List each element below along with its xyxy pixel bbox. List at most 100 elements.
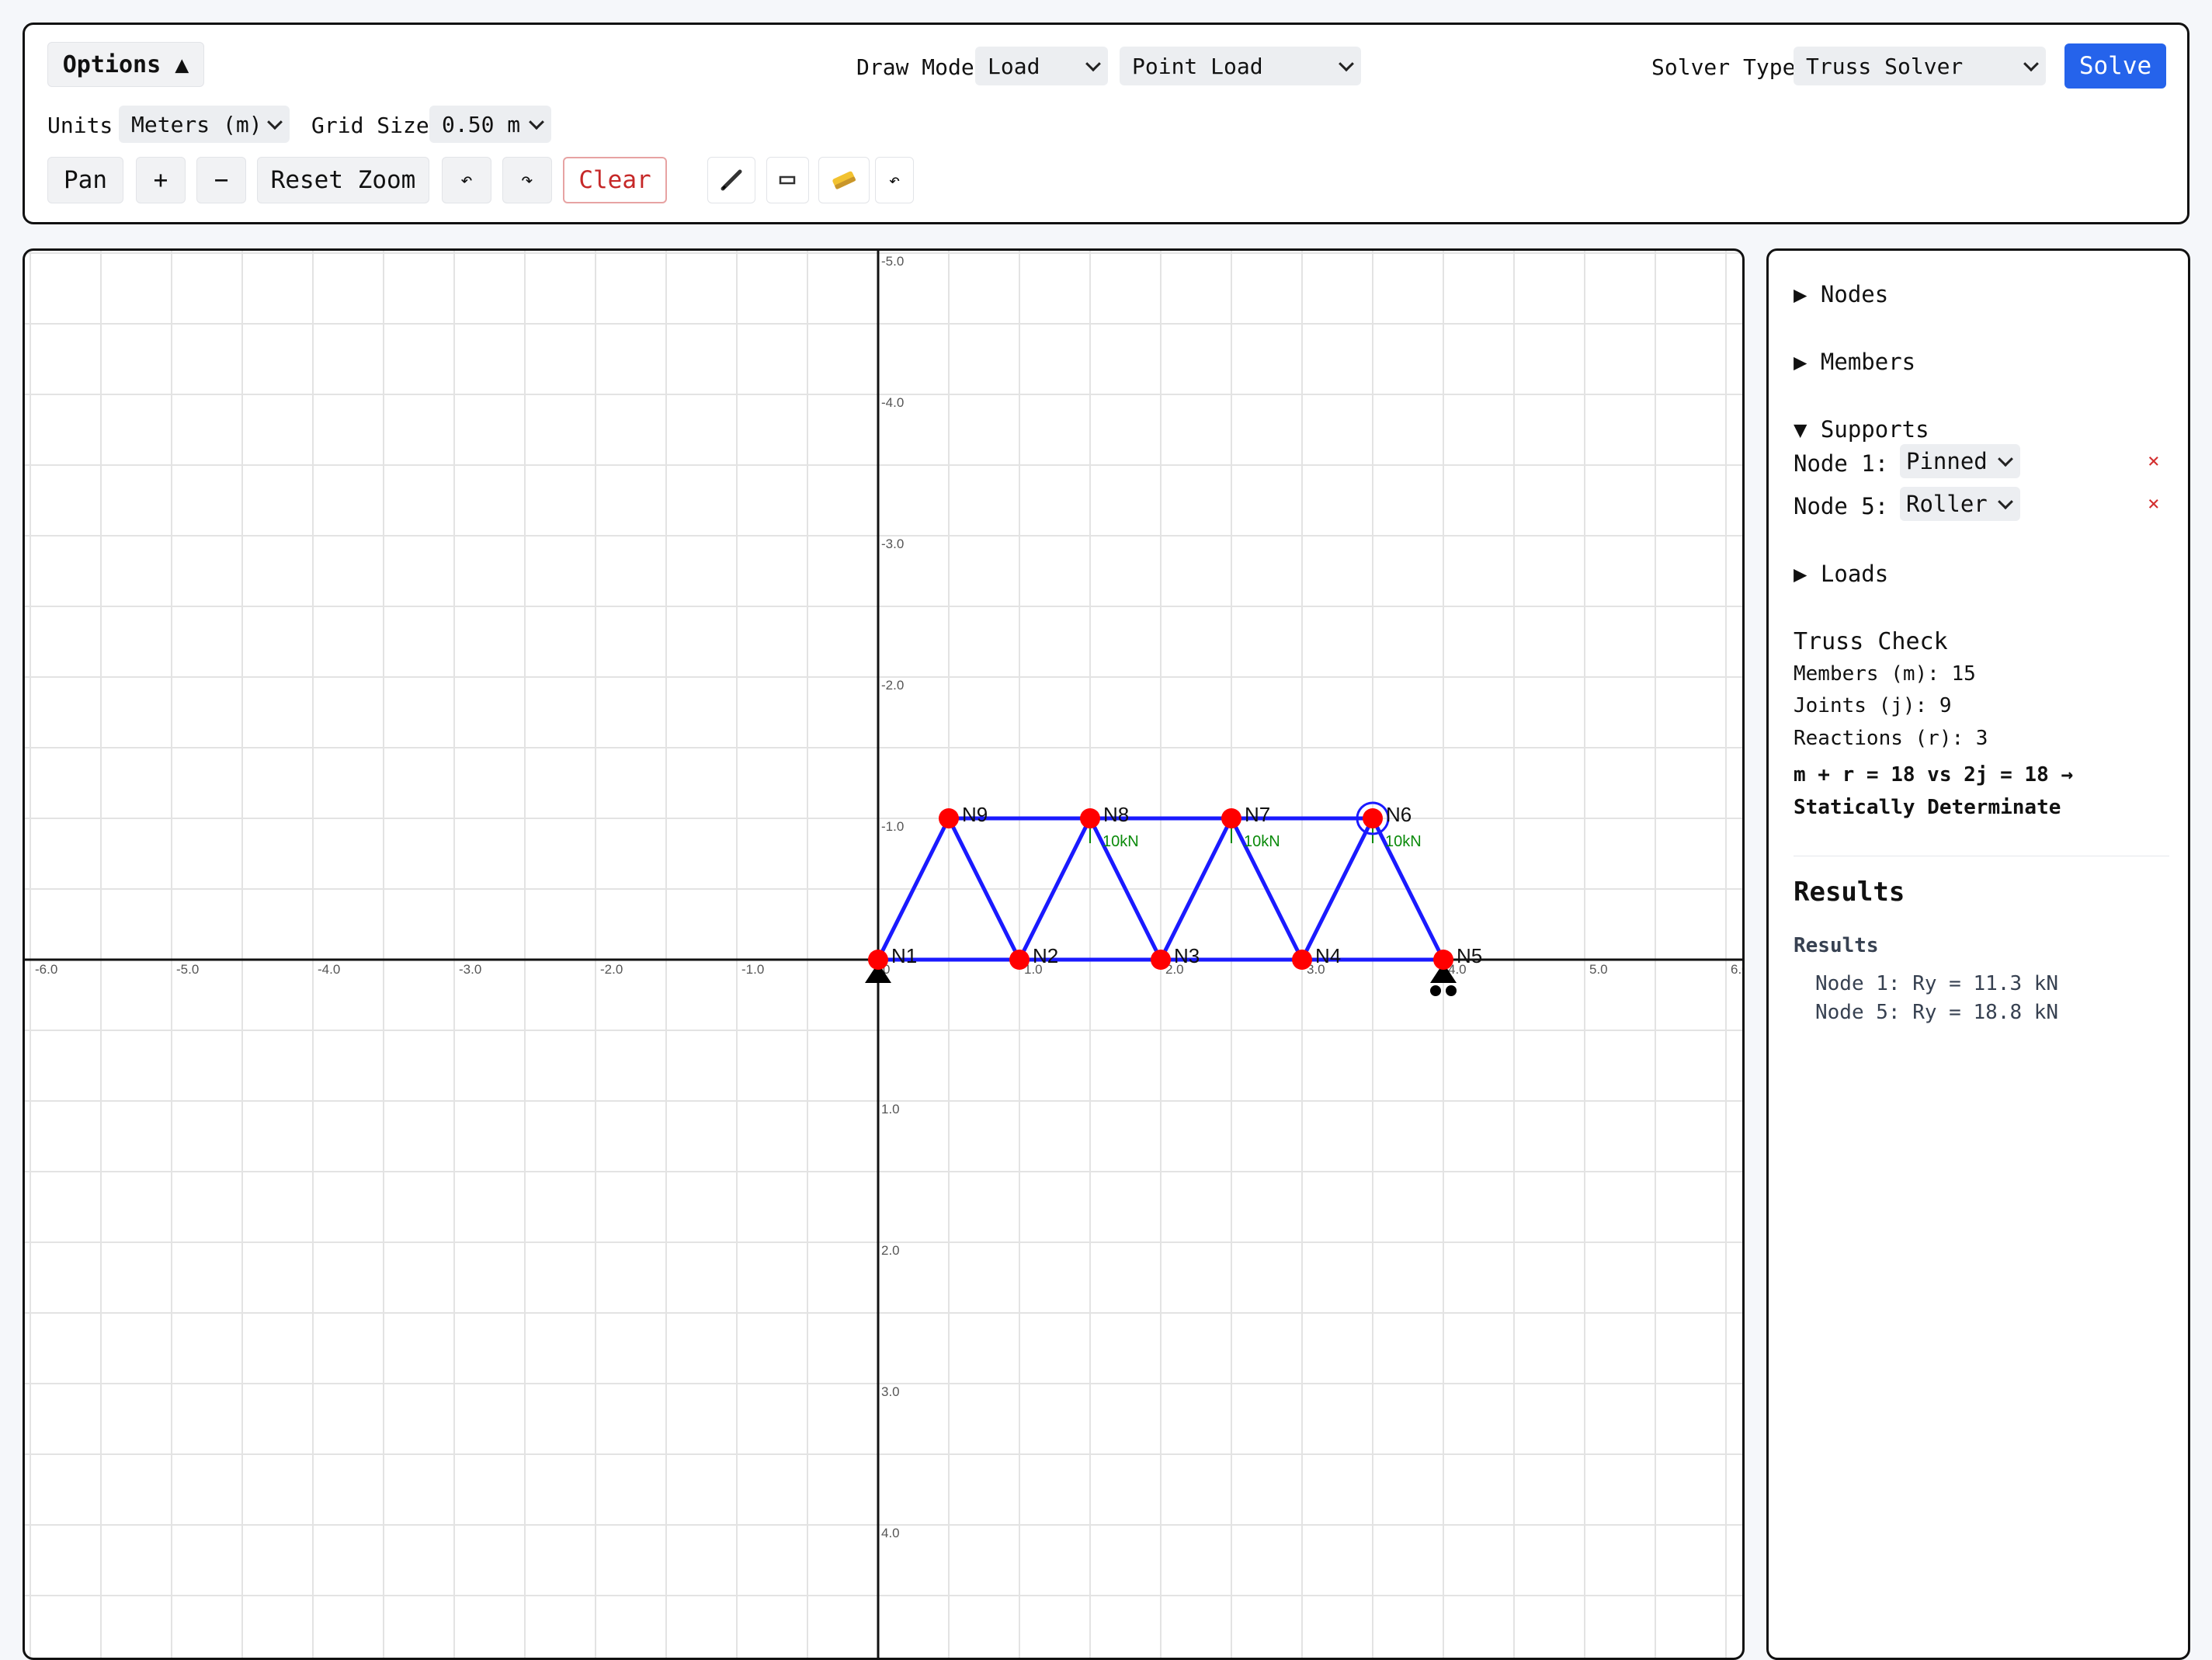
results-subtitle: Results [1794,934,1879,957]
y-tick-label: -5.0 [881,254,904,269]
load-label: 10kN [1103,833,1139,850]
y-tick-label: 3.0 [881,1384,900,1399]
chevron-down-icon [1339,56,1354,72]
pencil-tool-button[interactable] [707,157,755,203]
canvas-panel[interactable]: -6.0 -5.0 -4.0 -3.0 -2.0 -1.0 0 1.0 2.0 3.0 4.0 5.0… [23,248,1745,1660]
y-tick-label: 1.0 [881,1102,900,1117]
truss-check-title: Truss Check [1794,628,1948,655]
solve-button[interactable]: Solve [2064,43,2166,89]
support-type-value: Roller [1906,491,1988,517]
draw-mode-value: Load [988,53,1040,79]
units-select[interactable]: Meters (m) [119,106,290,143]
determinacy-status: Statically Determinate [1794,796,2061,819]
x-tick-label: -5.0 [176,962,199,977]
x-tick-label: -1.0 [741,962,764,977]
nodes-section-toggle[interactable]: ▶ Nodes [1794,281,1888,307]
units-value: Meters (m) [131,111,262,137]
support-type-select-node-1[interactable]: Pinned [1900,444,2020,478]
pan-button[interactable]: Pan [47,157,123,203]
truss-node[interactable] [868,950,888,970]
truss-node[interactable] [1009,950,1030,970]
load-type-select[interactable]: Point Load [1120,47,1361,85]
truss-node[interactable] [1363,808,1383,828]
grid-size-label: Grid Size [311,113,429,138]
reset-zoom-button[interactable]: Reset Zoom [257,157,429,203]
load-label: 10kN [1385,833,1422,850]
chevron-down-icon [267,114,283,130]
truss-node[interactable] [1080,808,1100,828]
members-section-toggle[interactable]: ▶ Members [1794,349,1915,375]
x-tick-label: -4.0 [318,962,340,977]
truss-node[interactable] [939,808,959,828]
x-tick-label: -6.0 [35,962,57,977]
support-type-value: Pinned [1906,448,1988,474]
y-tick-label: -1.0 [881,819,904,834]
truss-node[interactable] [1151,950,1171,970]
result-line: Node 1: Ry = 11.3 kN [1815,972,2059,995]
rectangle-icon [779,175,795,185]
node-label: N9 [962,803,988,826]
y-tick-label: 2.0 [881,1243,900,1258]
draw-mode-label: Draw Mode [856,54,974,80]
node-label: N7 [1245,803,1270,826]
solver-type-label: Solver Type [1651,54,1796,80]
undo-button[interactable]: ↶ [442,157,491,203]
node-label: N3 [1174,944,1200,967]
support-label-node-1: Node 1: [1794,450,1889,477]
remove-support-node-1-button[interactable]: × [2148,450,2160,473]
chevron-down-icon [1085,56,1101,72]
chevron-down-icon [1998,451,2013,467]
zoom-out-button[interactable]: − [196,157,246,203]
chevron-down-icon [1998,494,2013,510]
y-tick-label: 4.0 [881,1526,900,1540]
y-tick-label: -4.0 [881,395,904,410]
units-label: Units [47,113,113,138]
x-tick-label: -2.0 [600,962,623,977]
reactions-count: Reactions (r): 3 [1794,727,1988,750]
truss-canvas[interactable]: -6.0 -5.0 -4.0 -3.0 -2.0 -1.0 0 1.0 2.0 3.0 4.0 5.0… [25,251,1742,1658]
members-count: Members (m): 15 [1794,662,1976,686]
redo-button[interactable]: ↷ [502,157,552,203]
joints-count: Joints (j): 9 [1794,694,1952,717]
eraser-tool-button[interactable] [818,157,870,203]
zoom-in-button[interactable]: + [136,157,186,203]
results-title: Results [1794,877,1905,908]
remove-support-node-5-button[interactable]: × [2148,492,2160,516]
node-label: N1 [891,944,917,967]
draw-mode-select[interactable]: Load [975,47,1108,85]
result-line: Node 5: Ry = 18.8 kN [1815,1001,2059,1024]
options-toggle-button[interactable]: Options ▲ [47,42,204,87]
clear-button[interactable]: Clear [563,157,667,203]
chevron-down-icon [529,114,544,130]
y-tick-label: -2.0 [881,678,904,693]
load-type-value: Point Load [1132,53,1263,79]
undo-draw-button[interactable]: ↶ [875,157,914,203]
support-type-select-node-5[interactable]: Roller [1900,487,2020,521]
eraser-icon [832,171,856,189]
node-label: N5 [1457,944,1482,967]
support-label-node-5: Node 5: [1794,493,1889,519]
truss-node[interactable] [1433,950,1453,970]
node-label: N6 [1386,803,1412,826]
chevron-down-icon [2023,56,2039,72]
x-tick-label: -3.0 [459,962,481,977]
toolbar: Options ▲ Draw Mode Load Point Load Solv… [23,23,2189,224]
x-tick-label: 5.0 [1589,962,1608,977]
solver-type-value: Truss Solver [1806,53,1964,79]
load-label: 10kN [1244,833,1280,850]
truss-node[interactable] [1292,950,1312,970]
grid-size-value: 0.50 m [442,111,521,137]
sidebar: ▶ Nodes ▶ Members ▼ Supports Node 1: Pin… [1766,248,2190,1660]
grid-size-select[interactable]: 0.50 m [429,106,551,143]
node-label: N4 [1315,944,1341,967]
determinacy-equation: m + r = 18 vs 2j = 18 → [1794,763,2074,787]
roller-wheel [1430,985,1441,996]
loads-section-toggle[interactable]: ▶ Loads [1794,561,1888,587]
pencil-icon [721,169,742,191]
rectangle-tool-button[interactable] [766,157,809,203]
supports-section-toggle[interactable]: ▼ Supports [1794,416,1929,443]
truss-node[interactable] [1221,808,1241,828]
solver-type-select[interactable]: Truss Solver [1794,47,2046,85]
x-tick-label: 6.0 [1731,962,1742,977]
node-label: N8 [1103,803,1129,826]
